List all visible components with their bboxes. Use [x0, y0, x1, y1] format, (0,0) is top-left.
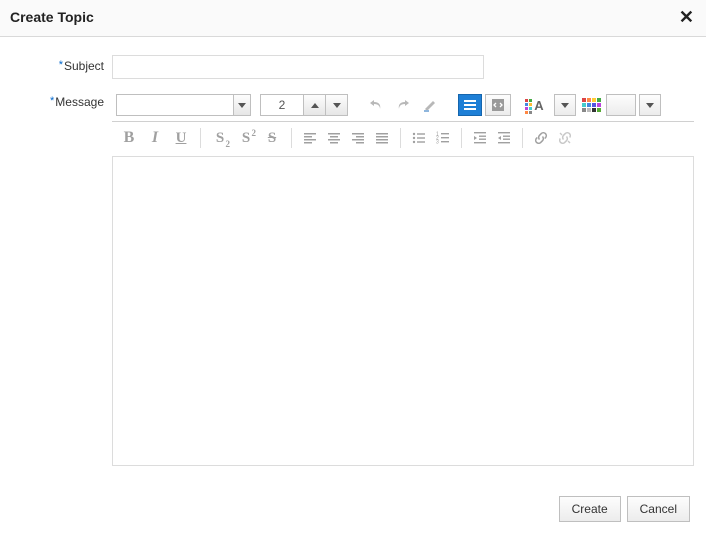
- dialog-header: Create Topic ✕: [0, 0, 706, 37]
- separator: [291, 128, 292, 148]
- redo-button[interactable]: [391, 94, 415, 116]
- align-justify-button[interactable]: [370, 127, 394, 149]
- font-family-select[interactable]: [116, 94, 251, 116]
- source-mode-button[interactable]: [485, 94, 511, 116]
- required-mark: *: [59, 59, 63, 71]
- rich-text-mode-button[interactable]: [458, 94, 482, 116]
- align-left-button[interactable]: [298, 127, 322, 149]
- chevron-down-icon: [233, 95, 250, 115]
- dialog-footer: Create Cancel: [0, 486, 706, 536]
- outdent-button[interactable]: [468, 127, 492, 149]
- subject-input[interactable]: [112, 55, 484, 79]
- font-size-stepper: 2: [260, 94, 348, 116]
- italic-button[interactable]: I: [142, 126, 168, 150]
- align-right-button[interactable]: [346, 127, 370, 149]
- number-list-button[interactable]: 1 2 3: [431, 127, 455, 149]
- form-body: *Subject *Message 2: [0, 37, 706, 486]
- rich-text-editor: 2: [112, 91, 694, 466]
- message-label: *Message: [12, 91, 112, 109]
- separator: [522, 128, 523, 148]
- subscript-button[interactable]: S2: [207, 126, 233, 150]
- clear-formatting-button[interactable]: [418, 94, 442, 116]
- underline-button[interactable]: U: [168, 126, 194, 150]
- bullet-list-button[interactable]: [407, 127, 431, 149]
- highlight-color-dropdown[interactable]: [639, 94, 661, 116]
- undo-button[interactable]: [364, 94, 388, 116]
- create-button[interactable]: Create: [559, 496, 621, 522]
- unlink-button[interactable]: [553, 127, 577, 149]
- strikethrough-button[interactable]: S: [259, 126, 285, 150]
- separator: [200, 128, 201, 148]
- superscript-button[interactable]: S2: [233, 126, 259, 150]
- font-size-down[interactable]: [325, 95, 347, 115]
- highlight-color-button[interactable]: [579, 94, 603, 116]
- link-button[interactable]: [529, 127, 553, 149]
- message-row: *Message 2: [12, 91, 694, 466]
- font-size-value: 2: [261, 98, 303, 112]
- toolbar-row-2: B I U S2 S2 S: [112, 122, 694, 156]
- align-center-button[interactable]: [322, 127, 346, 149]
- required-mark: *: [50, 95, 54, 107]
- subject-row: *Subject: [12, 55, 694, 79]
- font-color-dropdown[interactable]: [554, 94, 576, 116]
- separator: [461, 128, 462, 148]
- font-color-button[interactable]: A: [527, 94, 551, 116]
- bold-button[interactable]: B: [116, 126, 142, 150]
- toolbar-row-1: 2: [112, 91, 694, 122]
- subject-label: *Subject: [12, 55, 112, 73]
- message-editor[interactable]: [112, 156, 694, 466]
- separator: [400, 128, 401, 148]
- font-size-up[interactable]: [303, 95, 325, 115]
- svg-text:3: 3: [436, 140, 439, 146]
- indent-button[interactable]: [492, 127, 516, 149]
- cancel-button[interactable]: Cancel: [627, 496, 690, 522]
- highlight-color-swatch[interactable]: [606, 94, 636, 116]
- close-icon[interactable]: ✕: [679, 8, 694, 26]
- dialog-title: Create Topic: [10, 9, 94, 25]
